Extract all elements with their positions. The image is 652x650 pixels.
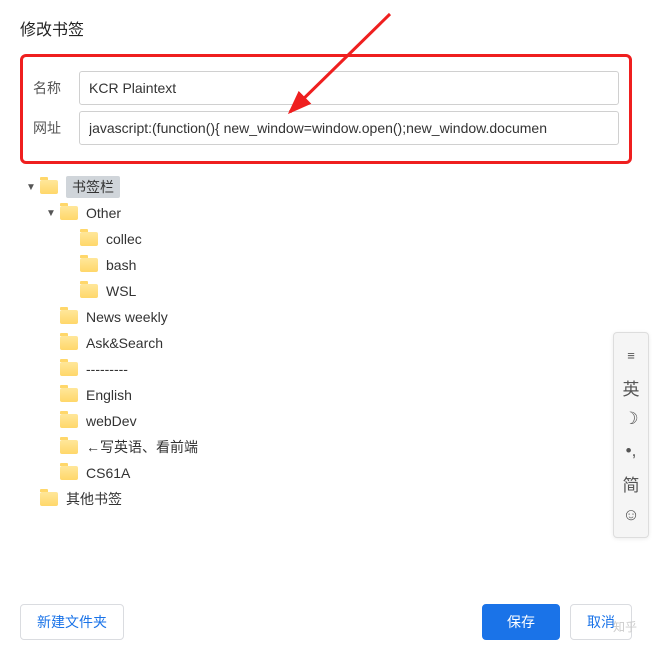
ime-simp-icon[interactable]: 简 <box>617 467 645 499</box>
tree-row[interactable]: ▶Ask&Search <box>24 330 632 356</box>
tree-row[interactable]: ▶collec <box>24 226 632 252</box>
tree-row[interactable]: ▼ 书签栏 <box>24 174 632 200</box>
chevron-down-icon[interactable]: ▼ <box>24 180 38 194</box>
tree-item-label: 其他书签 <box>66 489 122 509</box>
tree-row[interactable]: ▶CS61A <box>24 460 632 486</box>
save-button[interactable]: 保存 <box>482 604 560 640</box>
tree-item-label: --------- <box>86 361 128 377</box>
folder-icon <box>80 284 98 298</box>
folder-icon <box>40 180 58 194</box>
edit-bookmark-dialog: 修改书签 名称 网址 ▼ 书签栏 ▼ Other ▶collec▶bash▶WSL▶Ne… <box>0 0 652 528</box>
tree-row[interactable]: ▶WSL <box>24 278 632 304</box>
url-label: 网址 <box>33 118 79 138</box>
tree-item-label: WSL <box>106 283 136 299</box>
tree-row[interactable]: ▶--------- <box>24 356 632 382</box>
name-row: 名称 <box>33 71 619 105</box>
name-label: 名称 <box>33 78 79 98</box>
tree-row[interactable]: ▶webDev <box>24 408 632 434</box>
folder-tree: ▼ 书签栏 ▼ Other ▶collec▶bash▶WSL▶News weekly▶A… <box>20 174 632 512</box>
folder-icon <box>60 362 78 376</box>
tree-row[interactable]: ▶News weekly <box>24 304 632 330</box>
cancel-button[interactable]: 取消 <box>570 604 632 640</box>
folder-icon <box>60 414 78 428</box>
folder-icon <box>60 466 78 480</box>
tree-row[interactable]: ▶其他书签 <box>24 486 632 512</box>
ime-lang-en[interactable]: 英 <box>617 371 645 403</box>
folder-icon <box>40 492 58 506</box>
tree-row[interactable]: ▶bash <box>24 252 632 278</box>
dialog-title: 修改书签 <box>20 16 632 40</box>
url-row: 网址 <box>33 111 619 145</box>
ime-emoji-icon[interactable]: ☺ <box>617 499 645 531</box>
folder-icon <box>60 310 78 324</box>
tree-item-label: News weekly <box>86 309 168 325</box>
tree-row[interactable]: ▶←写英语、看前端 <box>24 434 632 460</box>
ime-moon-icon[interactable]: ☽ <box>617 403 645 435</box>
tree-item-label: bash <box>106 257 136 273</box>
folder-icon <box>60 336 78 350</box>
highlighted-fields: 名称 网址 <box>20 54 632 164</box>
folder-icon <box>80 232 98 246</box>
tree-row[interactable]: ▶English <box>24 382 632 408</box>
tree-item-label: English <box>86 387 132 403</box>
new-folder-button[interactable]: 新建文件夹 <box>20 604 124 640</box>
url-input[interactable] <box>79 111 619 145</box>
folder-icon <box>60 206 78 220</box>
folder-icon <box>80 258 98 272</box>
tree-item-label: Ask&Search <box>86 335 163 351</box>
ime-punct-icon[interactable]: •, <box>617 435 645 467</box>
ime-floating-panel[interactable]: ≡ 英 ☽ •, 简 ☺ <box>613 332 649 538</box>
tree-item-label: ←写英语、看前端 <box>86 437 198 457</box>
tree-item-label: 书签栏 <box>66 176 120 198</box>
footer-right: 保存 取消 <box>482 604 632 640</box>
tree-row[interactable]: ▼ Other <box>24 200 632 226</box>
tree-item-label: Other <box>86 205 121 221</box>
name-input[interactable] <box>79 71 619 105</box>
ime-menu-icon[interactable]: ≡ <box>617 339 645 371</box>
tree-item-label: CS61A <box>86 465 130 481</box>
tree-item-label: collec <box>106 231 142 247</box>
dialog-footer: 新建文件夹 保存 取消 <box>20 604 632 640</box>
folder-icon <box>60 440 78 454</box>
folder-icon <box>60 388 78 402</box>
chevron-down-icon[interactable]: ▼ <box>44 206 58 220</box>
tree-item-label: webDev <box>86 413 137 429</box>
